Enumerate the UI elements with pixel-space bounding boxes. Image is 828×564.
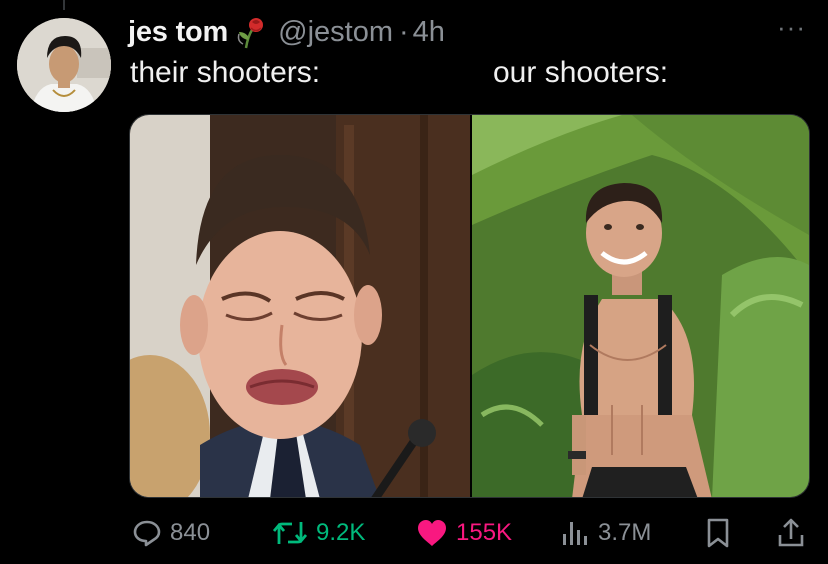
- avatar-image: [17, 18, 111, 112]
- bookmark-button[interactable]: [704, 510, 732, 556]
- avatar[interactable]: [17, 18, 111, 112]
- share-button[interactable]: [776, 510, 806, 556]
- rose-icon: [236, 14, 270, 50]
- views-count: 3.7M: [598, 519, 652, 546]
- repost-count: 9.2K: [316, 519, 366, 546]
- reply-icon: [132, 518, 162, 548]
- handle[interactable]: @jestom: [278, 16, 393, 49]
- views-icon: [560, 518, 590, 548]
- tweet-text-right: our shooters:: [493, 56, 669, 89]
- photo-left[interactable]: [130, 115, 470, 497]
- like-button[interactable]: 155K: [416, 510, 512, 556]
- like-count: 155K: [456, 519, 513, 546]
- photo-right[interactable]: [472, 115, 809, 497]
- repost-icon: [272, 518, 308, 548]
- separator-dot: ·: [399, 15, 409, 48]
- media-grid[interactable]: [129, 114, 810, 498]
- thread-line: [63, 0, 65, 10]
- reply-button[interactable]: 840: [132, 510, 210, 556]
- more-options-button[interactable]: ···: [777, 14, 806, 40]
- views-button[interactable]: 3.7M: [560, 510, 651, 556]
- timestamp[interactable]: 4h: [413, 16, 445, 49]
- reply-count: 840: [170, 519, 211, 546]
- tweet-header: jes tom @jestom · 4h: [128, 12, 445, 52]
- action-bar: 840 9.2K 155K 3.7M: [0, 510, 828, 556]
- display-name[interactable]: jes tom: [128, 16, 228, 49]
- heart-icon: [416, 518, 448, 548]
- share-icon: [776, 517, 806, 549]
- tweet-text-left: their shooters:: [130, 56, 321, 89]
- bookmark-icon: [704, 517, 732, 549]
- repost-button[interactable]: 9.2K: [272, 510, 365, 556]
